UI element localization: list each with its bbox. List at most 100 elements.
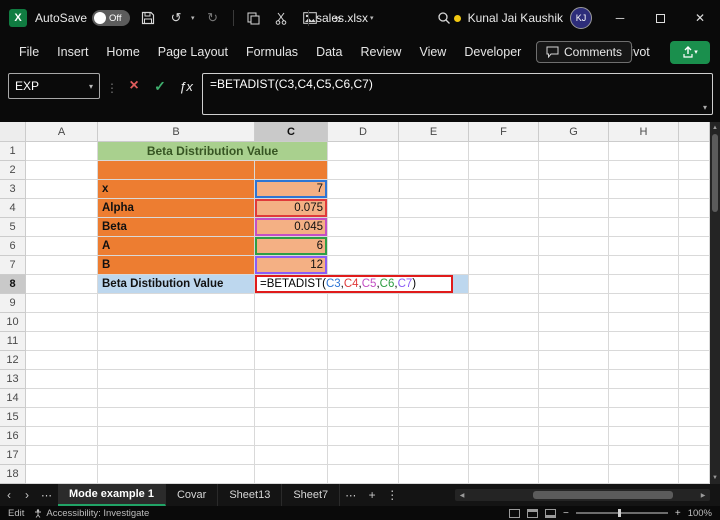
column-header-B[interactable]: B bbox=[98, 122, 255, 142]
cell-B8[interactable]: Beta Distibution Value bbox=[98, 275, 255, 294]
cell-D9[interactable] bbox=[328, 294, 399, 313]
maximize-button[interactable] bbox=[640, 0, 680, 36]
cell-partial-8[interactable] bbox=[679, 275, 710, 294]
column-header-F[interactable]: F bbox=[469, 122, 539, 142]
cell-partial-7[interactable] bbox=[679, 256, 710, 275]
comments-button[interactable]: Comments bbox=[535, 41, 632, 63]
account-control[interactable]: Kunal Jai Kaushik KJ bbox=[453, 0, 592, 36]
cell-A14[interactable] bbox=[26, 389, 98, 408]
row-header-16[interactable]: 16 bbox=[0, 427, 26, 446]
cell-A10[interactable] bbox=[26, 313, 98, 332]
cell-C10[interactable] bbox=[255, 313, 328, 332]
cell-F15[interactable] bbox=[469, 408, 539, 427]
cell-A17[interactable] bbox=[26, 446, 98, 465]
cell-partial-14[interactable] bbox=[679, 389, 710, 408]
more-sheets-icon[interactable]: ⋯ bbox=[340, 489, 362, 502]
redo-icon[interactable]: ↻ bbox=[203, 8, 223, 28]
sheet-options-icon[interactable]: ⋮ bbox=[382, 488, 402, 502]
cell-partial-5[interactable] bbox=[679, 218, 710, 237]
sheet-tab-sheet13[interactable]: Sheet13 bbox=[218, 484, 283, 506]
cell-A8[interactable] bbox=[26, 275, 98, 294]
cell-F16[interactable] bbox=[469, 427, 539, 446]
cell-E10[interactable] bbox=[399, 313, 469, 332]
cell-C13[interactable] bbox=[255, 370, 328, 389]
scroll-up-icon[interactable]: ▲ bbox=[712, 122, 718, 134]
cell-H7[interactable] bbox=[609, 256, 679, 275]
cell-E9[interactable] bbox=[399, 294, 469, 313]
cell-G9[interactable] bbox=[539, 294, 609, 313]
cell-E6[interactable] bbox=[399, 237, 469, 256]
cell-E13[interactable] bbox=[399, 370, 469, 389]
cell-H15[interactable] bbox=[609, 408, 679, 427]
cell-G5[interactable] bbox=[539, 218, 609, 237]
sheet-nav-next-icon[interactable]: › bbox=[18, 488, 36, 502]
cell-G13[interactable] bbox=[539, 370, 609, 389]
cell-A1[interactable] bbox=[26, 142, 98, 161]
cell-B10[interactable] bbox=[98, 313, 255, 332]
row-header-15[interactable]: 15 bbox=[0, 408, 26, 427]
zoom-in-button[interactable]: + bbox=[675, 508, 681, 519]
row-header-7[interactable]: 7 bbox=[0, 256, 26, 275]
menu-tab-developer[interactable]: Developer bbox=[455, 40, 530, 64]
search-icon[interactable] bbox=[434, 8, 454, 28]
page-layout-view-icon[interactable] bbox=[527, 508, 538, 518]
cell-B9[interactable] bbox=[98, 294, 255, 313]
row-header-17[interactable]: 17 bbox=[0, 446, 26, 465]
cell-G6[interactable] bbox=[539, 237, 609, 256]
menu-tab-home[interactable]: Home bbox=[97, 40, 148, 64]
share-button[interactable]: ▾ bbox=[670, 40, 710, 64]
cell-A5[interactable] bbox=[26, 218, 98, 237]
cell-D12[interactable] bbox=[328, 351, 399, 370]
undo-icon[interactable]: ↺ bbox=[166, 8, 186, 28]
row-header-3[interactable]: 3 bbox=[0, 180, 26, 199]
cell-A2[interactable] bbox=[26, 161, 98, 180]
cell-B7[interactable]: B bbox=[98, 256, 255, 275]
document-title[interactable]: sales.xlsx bbox=[316, 11, 368, 25]
cell-B13[interactable] bbox=[98, 370, 255, 389]
cell-G7[interactable] bbox=[539, 256, 609, 275]
menu-tab-view[interactable]: View bbox=[410, 40, 455, 64]
cell-C9[interactable] bbox=[255, 294, 328, 313]
insert-function-button[interactable]: ƒx bbox=[176, 73, 196, 99]
cell-F10[interactable] bbox=[469, 313, 539, 332]
cell-F4[interactable] bbox=[469, 199, 539, 218]
cell-E17[interactable] bbox=[399, 446, 469, 465]
row-header-13[interactable]: 13 bbox=[0, 370, 26, 389]
cell-C6[interactable]: 6 bbox=[255, 237, 328, 256]
page-break-view-icon[interactable] bbox=[545, 508, 556, 518]
row-header-14[interactable]: 14 bbox=[0, 389, 26, 408]
cell-E12[interactable] bbox=[399, 351, 469, 370]
cell-B16[interactable] bbox=[98, 427, 255, 446]
cell-E2[interactable] bbox=[399, 161, 469, 180]
cell-F17[interactable] bbox=[469, 446, 539, 465]
cell-D2[interactable] bbox=[328, 161, 399, 180]
cell-G8[interactable] bbox=[539, 275, 609, 294]
cell-partial-15[interactable] bbox=[679, 408, 710, 427]
zoom-slider[interactable] bbox=[575, 509, 668, 517]
cell-E11[interactable] bbox=[399, 332, 469, 351]
cell-C12[interactable] bbox=[255, 351, 328, 370]
cell-B2[interactable] bbox=[98, 161, 255, 180]
cell-C17[interactable] bbox=[255, 446, 328, 465]
cell-C2[interactable] bbox=[255, 161, 328, 180]
vertical-scrollbar[interactable]: ▲ ▼ bbox=[710, 122, 720, 484]
horizontal-scroll-thumb[interactable] bbox=[532, 491, 674, 499]
row-header-8[interactable]: 8 bbox=[0, 275, 26, 294]
cell-D11[interactable] bbox=[328, 332, 399, 351]
cell-D4[interactable] bbox=[328, 199, 399, 218]
close-button[interactable]: ✕ bbox=[680, 0, 720, 36]
cell-H8[interactable] bbox=[609, 275, 679, 294]
cell-H17[interactable] bbox=[609, 446, 679, 465]
cell-H10[interactable] bbox=[609, 313, 679, 332]
cell-partial-11[interactable] bbox=[679, 332, 710, 351]
accessibility-status[interactable]: Accessibility: Investigate bbox=[34, 508, 149, 519]
cell-H2[interactable] bbox=[609, 161, 679, 180]
cell-D7[interactable] bbox=[328, 256, 399, 275]
cell-E7[interactable] bbox=[399, 256, 469, 275]
cell-A15[interactable] bbox=[26, 408, 98, 427]
cell-C8-formula-edit[interactable]: =BETADIST(C3, C4, C5, C6, C7) bbox=[255, 275, 469, 294]
cell-F6[interactable] bbox=[469, 237, 539, 256]
cell-B11[interactable] bbox=[98, 332, 255, 351]
autosave-toggle[interactable]: Off bbox=[92, 10, 131, 26]
sheet-nav-prev-icon[interactable]: ‹ bbox=[0, 488, 18, 502]
